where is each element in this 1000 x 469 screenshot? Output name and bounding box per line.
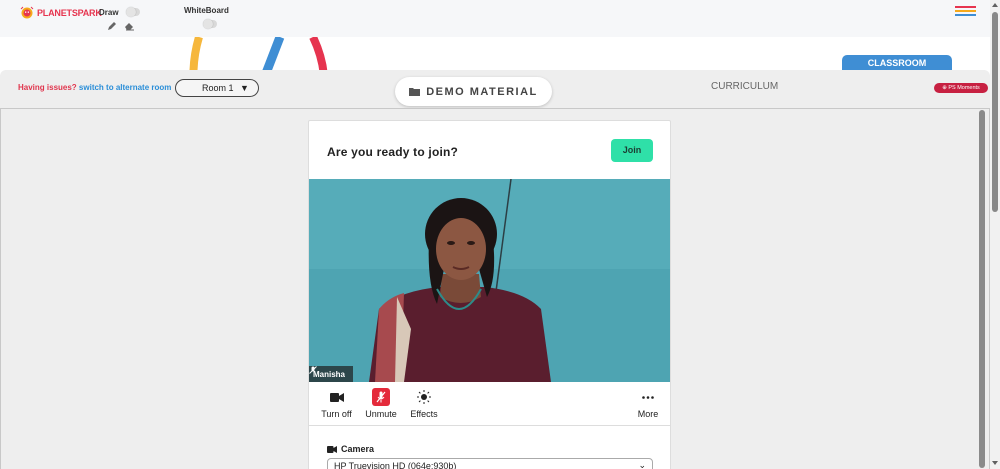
whiteboard-toggle[interactable]	[203, 19, 217, 29]
issues-notice: Having issues? switch to alternate room	[18, 83, 171, 92]
draw-toggle[interactable]	[126, 7, 140, 17]
video-camera-icon	[329, 392, 344, 402]
ps-moments-button[interactable]: ⊕ PS Moments	[934, 83, 988, 93]
top-toolbar: PLANETSPARK Draw WhiteBoard	[0, 0, 990, 37]
camera-label-text: Camera	[341, 444, 375, 454]
effects-label: Effects	[410, 409, 438, 419]
content-scrollbar[interactable]	[979, 110, 985, 468]
turn-off-label: Turn off	[321, 409, 352, 419]
prejoin-title: Are you ready to join?	[327, 145, 459, 159]
scroll-up-arrow-icon[interactable]	[992, 3, 998, 7]
more-button[interactable]: More	[636, 388, 660, 419]
issues-prefix: Having issues?	[18, 83, 77, 92]
more-label: More	[637, 409, 659, 419]
more-dots-icon	[642, 395, 654, 399]
participant-video-image	[309, 179, 670, 382]
unmute-button[interactable]: Unmute	[364, 388, 398, 419]
tab-curriculum[interactable]: CURRICULUM	[711, 81, 778, 92]
app-page: PLANETSPARK Draw WhiteBoard CLASSROOM Ha…	[0, 0, 1000, 469]
folder-icon	[409, 88, 421, 96]
page-scrollbar-thumb[interactable]	[992, 12, 998, 212]
planet-spark-logo-icon	[20, 6, 34, 19]
ps-moments-label: PS Moments	[948, 85, 980, 91]
chevron-down-icon: ⌄	[638, 460, 646, 469]
effects-button[interactable]: Effects	[409, 388, 439, 419]
demo-material-button[interactable]: DEMO MATERIAL	[395, 77, 552, 106]
plus-circle-icon: ⊕	[942, 85, 947, 91]
tab-classroom[interactable]: CLASSROOM	[842, 55, 952, 76]
hamburger-menu-icon[interactable]	[955, 6, 976, 18]
whiteboard-label: WhiteBoard	[184, 6, 229, 15]
camera-label: Camera	[327, 444, 374, 454]
media-controls: Turn off Unmute Effects More	[309, 382, 670, 426]
room-selected-value: Room 1	[202, 83, 234, 93]
prejoin-card: Are you ready to join? Join Manisha Turn…	[308, 120, 671, 469]
unmute-label: Unmute	[365, 409, 397, 419]
mic-off-icon	[309, 366, 317, 374]
participant-name-tag: Manisha	[309, 366, 354, 382]
turn-off-camera-button[interactable]: Turn off	[321, 388, 352, 419]
room-select[interactable]: Room 1 ▼	[175, 79, 259, 97]
brand-name: PLANETSPARK	[37, 8, 102, 18]
eraser-icon[interactable]	[124, 21, 135, 31]
sun-icon	[417, 390, 431, 404]
participant-name: Manisha	[313, 369, 346, 379]
scroll-down-arrow-icon[interactable]	[992, 461, 998, 465]
join-button[interactable]: Join	[611, 139, 653, 162]
demo-material-label: DEMO MATERIAL	[426, 85, 538, 98]
alternate-room-link[interactable]: switch to alternate room	[79, 83, 171, 92]
pencil-icon[interactable]	[107, 21, 117, 31]
camera-selected-value: HP Truevision HD (064e:930b)	[334, 461, 457, 469]
brand-logo[interactable]: PLANETSPARK	[20, 6, 102, 20]
draw-label: Draw	[99, 8, 119, 17]
caret-down-icon: ▼	[240, 83, 249, 93]
mic-off-icon	[372, 388, 390, 406]
video-camera-icon	[327, 445, 337, 453]
camera-select[interactable]: HP Truevision HD (064e:930b) ⌄	[327, 458, 653, 469]
video-preview: Manisha	[309, 179, 670, 382]
